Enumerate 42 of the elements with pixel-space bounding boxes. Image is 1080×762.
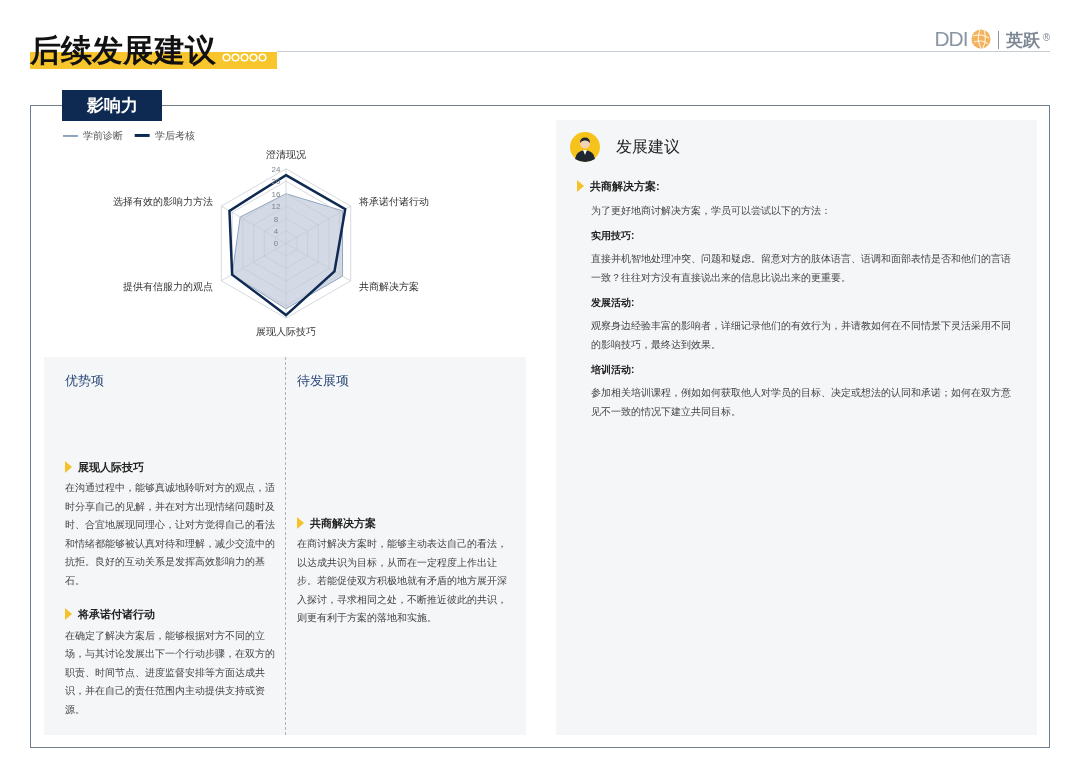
tick-label: 4 bbox=[273, 227, 279, 236]
dots-icon bbox=[222, 53, 268, 62]
avatar-icon bbox=[570, 132, 600, 162]
tick-label: 0 bbox=[273, 239, 279, 249]
axis-label: 展现人际技巧 bbox=[256, 326, 316, 338]
advice-text: 观察身边经验丰富的影响者，详细记录他们的有效行为，并请教如何在不同情景下灵活采用不同的影响技巧，最终达到效果。 bbox=[591, 318, 1012, 352]
axis-label: 共商解决方案 bbox=[359, 280, 420, 292]
advice-intro: 为了更好地商讨解决方案，学员可以尝试以下的方法： bbox=[591, 203, 832, 218]
tick-label: 24 bbox=[271, 164, 281, 174]
item-heading: 将承诺付诸行动 bbox=[78, 607, 155, 622]
axis-label: 提供有信服力的观点 bbox=[122, 280, 213, 292]
column-title: 待发展项 bbox=[297, 372, 350, 390]
triangle-icon bbox=[65, 460, 72, 473]
panel-title: 发展建议 bbox=[616, 137, 680, 157]
advice-subheading: 培训活动: bbox=[591, 362, 636, 377]
tick-label: 20 bbox=[271, 177, 281, 187]
tick-label: 12 bbox=[271, 202, 281, 212]
column-title: 优势项 bbox=[65, 372, 105, 390]
triangle-icon bbox=[297, 516, 304, 529]
tick-label: 16 bbox=[271, 189, 281, 199]
axis-label: 选择有效的影响力方法 bbox=[112, 196, 213, 208]
triangle-icon bbox=[577, 180, 584, 193]
globe-icon bbox=[970, 29, 991, 49]
advice-text: 直接并机智地处理冲突、问题和疑虑。留意对方的肢体语言、语调和面部表情是否和他们的言语一致？往往对方没有直接说出来的信息比说出来的更重要。 bbox=[591, 251, 1012, 285]
advice-text: 参加相关培训课程，例如如何获取他人对学员的目标、决定或想法的认同和承诺；如何在双方意见不一致的情况下建立共同目标。 bbox=[591, 385, 1012, 419]
item-heading: 展现人际技巧 bbox=[78, 459, 144, 475]
legend-label: 学前诊断 bbox=[82, 130, 123, 142]
tick-label: 8 bbox=[273, 214, 279, 224]
legend-label: 学后考核 bbox=[154, 130, 195, 142]
logo-text: DDI bbox=[934, 28, 968, 49]
advice-heading: 共商解决方案: bbox=[590, 179, 660, 194]
advice-subheading: 实用技巧: bbox=[591, 228, 636, 243]
item-description: 在商讨解决方案时，能够主动表达自己的看法，以达成共识为目标，从而在一定程度上作出让步。若能促使双方积极地就有矛盾的地方展开深入探讨，寻求相同之处，不断推近彼此的共识，则更有利于方案的落地和实施。 bbox=[297, 537, 508, 625]
triangle-icon bbox=[65, 608, 72, 621]
item-description: 在沟通过程中，能够真诚地聆听对方的观点，适时分享自己的见解，并在对方出现情绪问题时及时、合宜地展现同理心，让对方觉得自己的看法和情绪都能够被认真对待和理解，减少交流中的抗拒。良好的互动关系是发挥高效影响力的基石。 bbox=[65, 481, 275, 588]
item-heading: 共商解决方案 bbox=[310, 515, 376, 531]
axis-label: 将承诺付诸行动 bbox=[359, 196, 430, 208]
axis-label: 澄清现况 bbox=[266, 148, 306, 160]
advice-subheading: 发展活动: bbox=[591, 295, 636, 310]
logo-text: 英跃 bbox=[1005, 32, 1040, 49]
registered-mark: ® bbox=[1042, 31, 1050, 45]
item-description: 在确定了解决方案后，能够根据对方不同的立场，与其讨论发展出下一个行动步骤，在双方的职责、时间节点、进度监督安排等方面达成共识，并在自己的责任范围内主动提供支持或资源。 bbox=[65, 628, 275, 717]
